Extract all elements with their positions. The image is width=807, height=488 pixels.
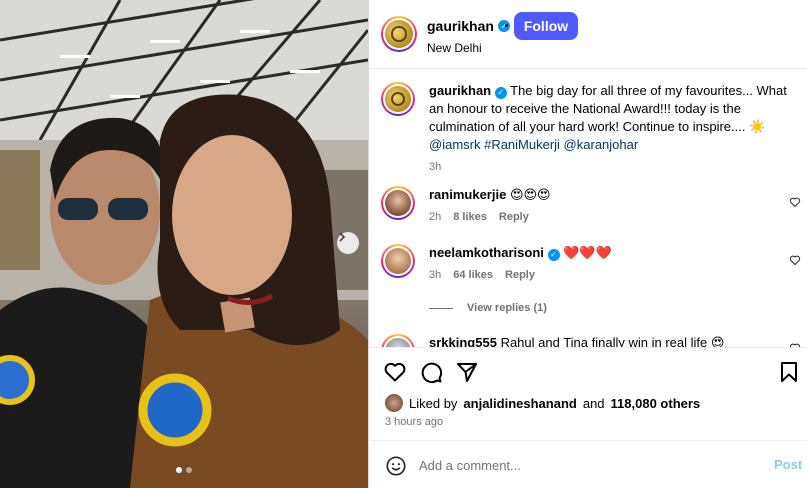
caption-mentions[interactable]: @iamsrk #RaniMukerji @karanjohar — [429, 137, 638, 152]
author-username[interactable]: gaurikhan ✓ — [427, 18, 510, 34]
follow-button[interactable]: Follow — [514, 12, 578, 40]
carousel-dot — [176, 467, 182, 473]
post-panel: gaurikhan ✓ Follow New Delhi gaurikhan ✓… — [368, 0, 807, 488]
comment-avatar[interactable] — [381, 334, 415, 347]
comments-section[interactable]: gaurikhan ✓ The big day for all three of… — [369, 70, 807, 347]
replies-line — [429, 307, 453, 309]
comment-avatar[interactable] — [381, 186, 415, 220]
verified-icon: ✓ — [494, 87, 507, 99]
view-replies-button[interactable]: View replies (1) — [429, 302, 547, 314]
comment-likes[interactable]: 8 likes — [453, 208, 487, 226]
comment-likes[interactable]: 64 likes — [453, 266, 493, 284]
heart-icon[interactable] — [789, 254, 801, 266]
author-avatar[interactable] — [381, 16, 417, 52]
caption-username[interactable]: gaurikhan — [429, 83, 491, 98]
comment-text: 😍😍😍 — [509, 187, 551, 202]
caption-avatar[interactable] — [381, 82, 415, 116]
verified-icon: ✓ — [497, 20, 510, 32]
likes-and: and — [582, 395, 605, 411]
comment-username[interactable]: neelamkotharisoni — [429, 245, 544, 260]
post-comment-button[interactable]: Post — [774, 457, 802, 472]
reply-button[interactable]: Reply — [499, 208, 529, 226]
post-time[interactable]: 3 hours ago — [385, 416, 443, 428]
comment-input[interactable] — [419, 454, 759, 476]
post-photo[interactable] — [0, 0, 368, 488]
liker-avatar[interactable] — [385, 394, 403, 412]
caption-time: 3h — [429, 161, 442, 173]
comment-time: 2h — [429, 211, 442, 223]
emoji-icon[interactable] — [385, 455, 407, 477]
carousel-dot — [186, 467, 192, 473]
comment-avatar[interactable] — [381, 244, 415, 278]
carousel-next-button[interactable] — [337, 232, 359, 254]
comment-username[interactable]: ranimukerjie — [429, 187, 506, 202]
likes-prefix: Liked by — [409, 395, 458, 411]
photo-illustration — [0, 0, 368, 488]
reply-button[interactable]: Reply — [505, 266, 535, 284]
carousel-dots — [176, 467, 192, 473]
chevron-right-icon — [339, 232, 346, 242]
heart-icon[interactable] — [383, 360, 407, 384]
add-comment-bar: Post — [369, 440, 807, 488]
author-username-text[interactable]: gaurikhan — [427, 18, 494, 34]
heart-icon[interactable] — [789, 196, 801, 208]
likes-count[interactable]: 118,080 others — [611, 396, 701, 411]
likes-summary: Liked by anjalidineshanand and 118,080 o… — [385, 394, 700, 412]
share-icon[interactable] — [455, 360, 479, 384]
separator-dot — [505, 24, 508, 27]
bookmark-icon[interactable] — [777, 360, 801, 384]
comment-username[interactable]: srkking555 — [429, 335, 497, 347]
verified-icon: ✓ — [547, 249, 560, 261]
post-location[interactable]: New Delhi — [427, 41, 482, 55]
comment-text: Rahul and Tina finally win in real life … — [500, 335, 725, 347]
liker-username[interactable]: anjalidineshanand — [463, 396, 576, 411]
comment-time: 3h — [429, 269, 442, 281]
view-replies-label[interactable]: View replies (1) — [467, 302, 547, 314]
comment-text: ❤️❤️❤️ — [563, 245, 612, 260]
action-bar — [369, 347, 807, 397]
post-header: gaurikhan ✓ Follow New Delhi — [369, 0, 807, 69]
comment-icon[interactable] — [419, 360, 443, 384]
